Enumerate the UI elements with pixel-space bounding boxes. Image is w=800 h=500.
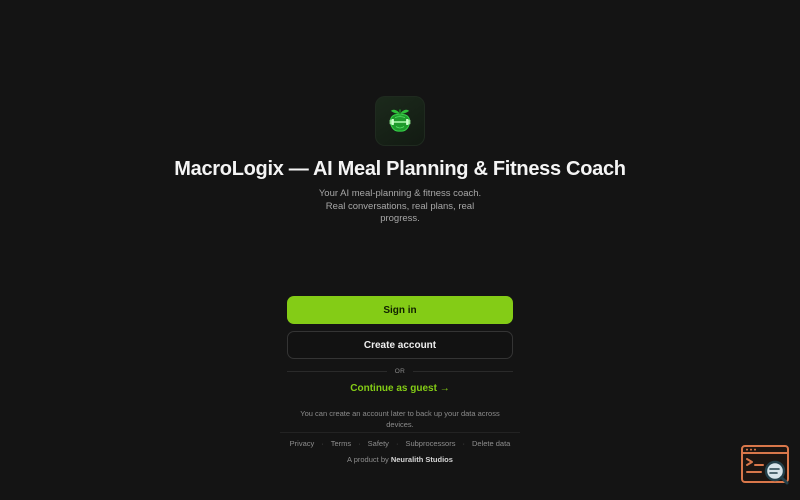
terminal-search-icon: [741, 445, 789, 485]
apple-dumbbell-icon: [389, 109, 411, 132]
tagline: Your AI meal-planning & fitness coach. R…: [310, 188, 490, 226]
tagline-line-1: Your AI meal-planning & fitness coach.: [318, 188, 482, 199]
footer-link-privacy[interactable]: Privacy: [290, 439, 315, 448]
footer-separator-dot: ·: [462, 439, 465, 448]
divider-line-left: [287, 370, 387, 372]
product-byline: A product by Neuralith Studios: [250, 455, 550, 464]
footer-separator-dot: ·: [321, 439, 324, 448]
footer-links: Privacy · Terms · Safety · Subprocessors…: [250, 439, 550, 448]
byline-studio-name: Neuralith Studios: [390, 455, 453, 464]
login-page: MacroLogix — AI Meal Planning & Fitness …: [0, 0, 800, 500]
account-note: You can create an account later to back …: [297, 408, 503, 430]
account-note-line-1: You can create an account later to back …: [300, 409, 500, 418]
footer-separator-dot: ·: [395, 439, 399, 448]
footer-link-safety[interactable]: Safety: [368, 439, 389, 448]
app-logo: [375, 96, 425, 146]
create-account-button[interactable]: Create account: [287, 331, 513, 359]
footer-link-subprocessors[interactable]: Subprocessors: [405, 439, 455, 448]
continue-as-guest-link[interactable]: Continue as guest →: [287, 383, 513, 394]
floating-helper-widget[interactable]: [741, 445, 791, 487]
footer-separator-dot: ·: [358, 439, 361, 448]
divider-line-right: [413, 370, 513, 372]
sign-in-button[interactable]: Sign in: [287, 296, 513, 324]
or-divider: OR: [287, 366, 513, 376]
footer-link-delete-data[interactable]: Delete data: [472, 439, 510, 448]
page-title: MacroLogix — AI Meal Planning & Fitness …: [174, 158, 626, 180]
divider-label: OR: [394, 367, 406, 375]
account-note-line-2: devices.: [386, 420, 414, 429]
footer-divider: [280, 432, 520, 433]
tagline-line-3: progress.: [380, 213, 420, 224]
footer-link-terms[interactable]: Terms: [331, 439, 351, 448]
byline-prefix: A product by: [347, 455, 389, 464]
tagline-line-2: Real conversations, real plans, real: [325, 200, 475, 212]
